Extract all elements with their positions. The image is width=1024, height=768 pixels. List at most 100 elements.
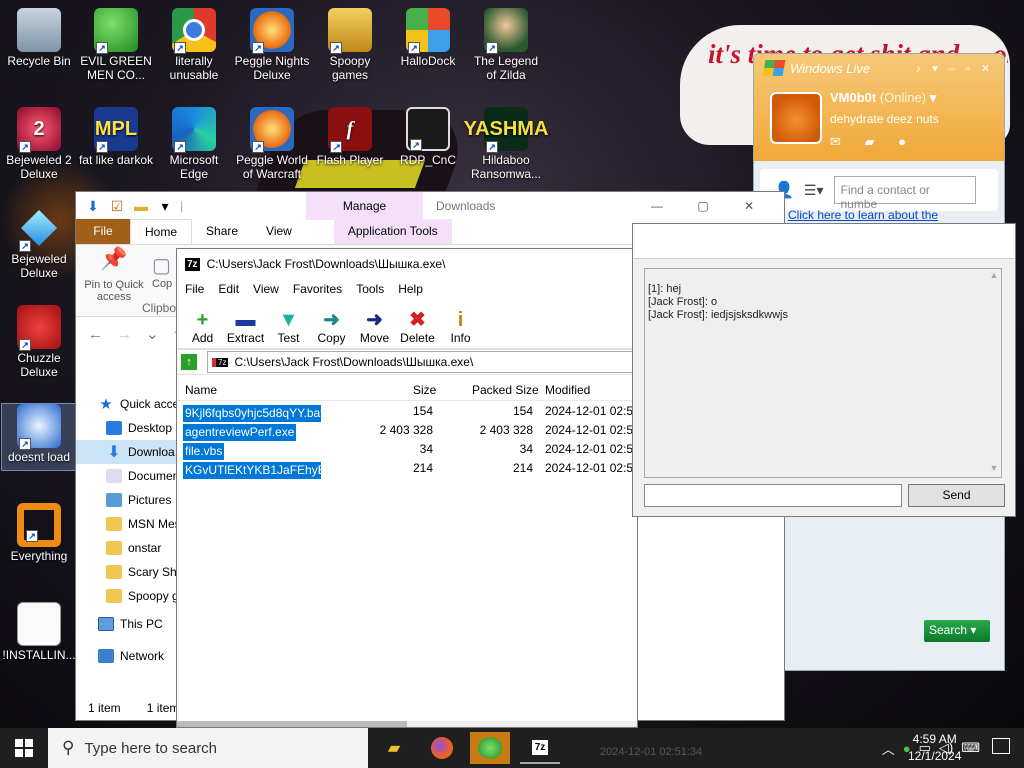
sidebar-item-spoopy[interactable]: Spoopy g bbox=[76, 584, 180, 608]
desktop-icon-everything[interactable]: ↗ Everything bbox=[1, 503, 77, 563]
chevron-up-icon[interactable]: ︿ bbox=[882, 739, 895, 758]
taskbar-search[interactable]: ⚲ Type here to search bbox=[48, 728, 368, 768]
new-folder-icon[interactable]: ▬ bbox=[132, 197, 150, 215]
delete-button[interactable]: ✖ Delete bbox=[396, 299, 439, 348]
up-folder-icon[interactable]: ↑ bbox=[181, 354, 197, 370]
desktop-icon-hallodock[interactable]: ↗ HalloDock bbox=[390, 8, 466, 68]
menu-help[interactable]: Help bbox=[398, 282, 423, 296]
taskbar-clock[interactable]: 4:59 AM 12/1/2024 bbox=[908, 731, 961, 765]
desktop-icon-spoopy-games[interactable]: ↗ Spoopy games bbox=[312, 8, 388, 82]
desktop-icon-installing[interactable]: !INSTALLIN... bbox=[1, 602, 77, 662]
desktop-icon-bejeweled-2[interactable]: 2 ↗ Bejeweled 2 Deluxe bbox=[1, 107, 77, 181]
desktop-icon-doesnt-load[interactable]: ↗ doesnt load bbox=[1, 403, 77, 471]
list-view-icon[interactable]: ☰▾ bbox=[804, 182, 824, 199]
forward-icon[interactable]: → bbox=[117, 326, 132, 343]
tab-manage[interactable]: Manage bbox=[306, 192, 423, 220]
column-name[interactable]: Name bbox=[185, 383, 217, 397]
file-row[interactable]: file.vbs 34 34 2024-12-01 02:51 bbox=[177, 439, 637, 460]
msn-quick-icons[interactable]: ✉ ▰ ● bbox=[830, 134, 916, 150]
scrollbar-thumb[interactable] bbox=[177, 721, 407, 727]
7zip-address-input[interactable]: 7z C:\Users\Jack Frost\Downloads\Шышка.ex… bbox=[207, 351, 637, 373]
menu-favorites[interactable]: Favorites bbox=[293, 282, 342, 296]
extract-icon: ▬ bbox=[235, 309, 256, 331]
close-icon[interactable]: ✕ bbox=[726, 193, 772, 221]
tab-application-tools[interactable]: Application Tools bbox=[333, 219, 452, 244]
sidebar-item-msn[interactable]: MSN Mes bbox=[76, 512, 180, 536]
desktop-icon-flash-player[interactable]: f ↗ Flash Player bbox=[312, 107, 388, 167]
taskbar-firefox[interactable] bbox=[422, 732, 462, 764]
copy-button[interactable]: ▢ Cop bbox=[152, 253, 172, 290]
send-button[interactable]: Send bbox=[908, 484, 1005, 507]
sidebar-item-quick-access[interactable]: ★ Quick acce bbox=[76, 392, 180, 416]
desktop-icon-recycle-bin[interactable]: Recycle Bin bbox=[1, 8, 77, 68]
sidebar-item-downloads[interactable]: ⬇ Downloa bbox=[76, 440, 180, 464]
desktop-icon-hildaboo[interactable]: YASHMA ↗ Hildaboo Ransomwa... bbox=[464, 107, 548, 181]
yashma-icon: YASHMA ↗ bbox=[464, 107, 548, 153]
minimize-icon[interactable]: — bbox=[634, 193, 680, 221]
scroll-down-icon[interactable]: ▼ bbox=[987, 462, 1001, 475]
file-row[interactable]: 9Kjl6fqbs0yhjc5d8qYY.bat 154 154 2024-12-01… bbox=[177, 401, 637, 422]
scroll-up-icon[interactable]: ▲ bbox=[987, 269, 1001, 282]
maximize-icon[interactable]: ▢ bbox=[680, 193, 726, 221]
taskbar-file-explorer[interactable]: ▰ bbox=[374, 732, 414, 764]
copy-button[interactable]: ➜ Copy bbox=[310, 299, 353, 348]
tab-home[interactable]: Home bbox=[130, 219, 193, 244]
add-button[interactable]: + Add bbox=[181, 299, 224, 348]
sidebar-item-documents[interactable]: Documen bbox=[76, 464, 180, 488]
properties-icon[interactable]: ☑ bbox=[108, 197, 126, 215]
taskbar-7zip[interactable]: 7z bbox=[520, 732, 560, 764]
pin-to-quick-access-button[interactable]: 📌 Pin to Quick access bbox=[84, 248, 144, 304]
pumpkin-avatar[interactable] bbox=[770, 92, 822, 144]
taskbar-msn[interactable] bbox=[470, 732, 510, 764]
chat-scrollbar[interactable]: ▲ ▼ bbox=[987, 269, 1001, 477]
msn-search-button[interactable]: Search ▾ bbox=[924, 620, 990, 642]
extract-button[interactable]: ▬ Extract bbox=[224, 299, 267, 348]
column-size[interactable]: Size bbox=[413, 383, 436, 397]
start-button[interactable] bbox=[0, 728, 48, 768]
test-button[interactable]: ▼ Test bbox=[267, 299, 310, 348]
sidebar-item-network[interactable]: Network bbox=[76, 644, 180, 668]
file-row[interactable]: agentreviewPerf.exe 2 403 328 2 403 328 202… bbox=[177, 420, 637, 441]
desktop-icon-chrome[interactable]: ↗ literally unusable bbox=[156, 8, 232, 82]
keyboard-icon[interactable]: ⌨ bbox=[961, 740, 980, 756]
desktop-icon-peggle-wow[interactable]: ↗ Peggle World of Warcraft bbox=[234, 107, 310, 181]
tab-view[interactable]: View bbox=[252, 219, 306, 244]
horizontal-scrollbar[interactable] bbox=[177, 721, 637, 727]
sidebar-item-onstar[interactable]: onstar bbox=[76, 536, 180, 560]
move-button[interactable]: ➜ Move bbox=[353, 299, 396, 348]
notification-icon[interactable] bbox=[992, 738, 1010, 754]
sidebar-item-desktop[interactable]: Desktop bbox=[76, 416, 180, 440]
desktop-icon-evil-green-men[interactable]: ↗ EVIL GREEN MEN CO... bbox=[78, 8, 154, 82]
sidebar-item-scary[interactable]: Scary Shi bbox=[76, 560, 180, 584]
tab-share[interactable]: Share bbox=[192, 219, 252, 244]
desktop-icon-edge[interactable]: ↗ Microsoft Edge bbox=[156, 107, 232, 181]
download-arrow-icon[interactable]: ⬇ bbox=[84, 197, 102, 215]
sidebar-item-this-pc[interactable]: This PC bbox=[76, 612, 180, 636]
desktop-icon-peggle-nights[interactable]: ↗ Peggle Nights Deluxe bbox=[234, 8, 310, 82]
menu-file[interactable]: File bbox=[185, 282, 204, 296]
quick-access-dropdown-icon[interactable]: ▾ bbox=[156, 197, 174, 215]
msn-personal-message[interactable]: dehydrate deez nuts bbox=[830, 112, 939, 126]
chat-log[interactable]: [1]: hej [Jack Frost]: o [Jack Frost]: i… bbox=[644, 268, 1002, 478]
desktop-icon-fat-like-darkok[interactable]: MPL ↗ fat like darkok bbox=[78, 107, 154, 167]
sidebar-item-pictures[interactable]: Pictures bbox=[76, 488, 180, 512]
desktop-icon-rdp-cnc[interactable]: ↗ RDP_CnC bbox=[390, 107, 466, 167]
find-contact-input[interactable]: Find a contact or numbe bbox=[833, 176, 976, 211]
learn-more-link[interactable]: Click here to learn about the bbox=[788, 208, 938, 222]
desktop-icon-chuzzle[interactable]: ↗ Chuzzle Deluxe bbox=[1, 305, 77, 379]
file-row[interactable]: KGvUTlEKtYKB1JaFEhyB... 214 214 2024-12-01 … bbox=[177, 458, 637, 479]
msn-window-controls[interactable]: ♪ ▾ – ▫ ✕ bbox=[916, 62, 994, 75]
msn-user[interactable]: VM0b0t (Online) ▾ bbox=[830, 90, 936, 106]
chat-message-input[interactable] bbox=[644, 484, 902, 507]
column-packed-size[interactable]: Packed Size bbox=[472, 383, 539, 397]
menu-view[interactable]: View bbox=[253, 282, 279, 296]
info-button[interactable]: i Info bbox=[439, 299, 482, 348]
column-modified[interactable]: Modified bbox=[545, 383, 590, 397]
menu-edit[interactable]: Edit bbox=[218, 282, 239, 296]
recent-dropdown-icon[interactable]: ⌄ bbox=[146, 325, 159, 343]
menu-tools[interactable]: Tools bbox=[356, 282, 384, 296]
desktop-icon-bejeweled[interactable]: ↗ Bejeweled Deluxe bbox=[1, 206, 77, 280]
back-icon[interactable]: ← bbox=[88, 326, 103, 343]
desktop-icon-legend-of-zilda[interactable]: ↗ The Legend of Zilda bbox=[468, 8, 544, 82]
tab-file[interactable]: File bbox=[76, 219, 130, 244]
